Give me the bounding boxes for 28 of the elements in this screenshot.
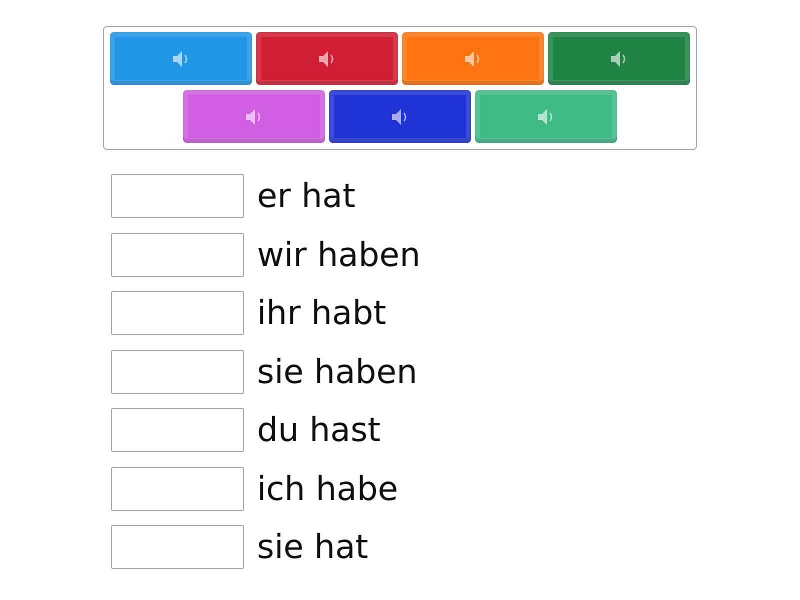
drop-box[interactable] xyxy=(111,466,244,510)
phrase-label: du hast xyxy=(257,409,381,451)
speaker-icon xyxy=(172,50,190,68)
speaker-icon xyxy=(318,50,336,68)
phrase-label: er hat xyxy=(257,175,356,217)
speaker-icon xyxy=(610,50,628,68)
audio-tile[interactable] xyxy=(548,32,690,85)
phrase-label: wir haben xyxy=(257,234,421,276)
speaker-icon xyxy=(391,108,409,126)
phrase-label: sie hat xyxy=(257,526,368,568)
audio-tile[interactable] xyxy=(329,90,471,143)
phrase-label: ihr habt xyxy=(257,292,386,334)
phrase-label: sie haben xyxy=(257,350,418,392)
drop-box[interactable] xyxy=(111,232,244,276)
phrase-label: ich habe xyxy=(257,468,398,510)
audio-tile[interactable] xyxy=(110,32,252,85)
audio-tile[interactable] xyxy=(475,90,617,143)
speaker-icon xyxy=(464,50,482,68)
speaker-icon xyxy=(537,108,555,126)
drop-box[interactable] xyxy=(111,350,244,394)
drop-box[interactable] xyxy=(111,408,244,452)
audio-tile[interactable] xyxy=(256,32,398,85)
speaker-icon xyxy=(245,108,263,126)
drop-box[interactable] xyxy=(111,291,244,335)
audio-tile[interactable] xyxy=(183,90,325,143)
drop-box[interactable] xyxy=(111,174,244,218)
drop-box[interactable] xyxy=(111,525,244,569)
audio-tile[interactable] xyxy=(402,32,544,85)
